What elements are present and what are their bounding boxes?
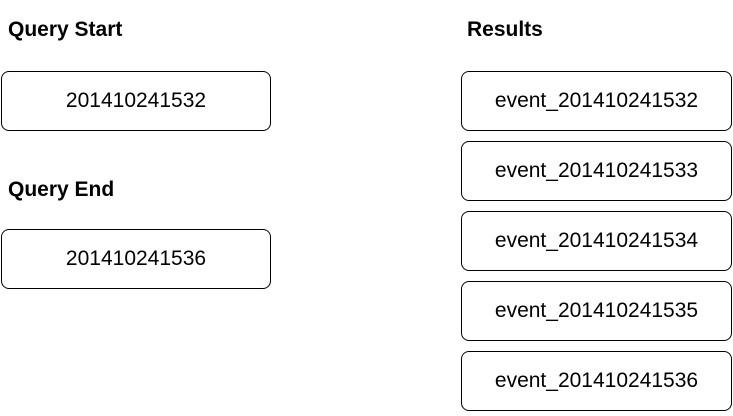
result-box: event_201410241532: [461, 71, 732, 131]
query-end-heading: Query End: [8, 178, 115, 201]
query-start-heading: Query Start: [8, 18, 123, 41]
result-box: event_201410241534: [461, 211, 732, 271]
result-box: event_201410241533: [461, 141, 732, 201]
query-end-box: 201410241536: [1, 229, 271, 289]
result-box: event_201410241535: [461, 281, 732, 341]
result-box: event_201410241536: [461, 351, 732, 411]
query-start-box: 201410241532: [1, 71, 271, 131]
results-heading: Results: [467, 18, 543, 41]
